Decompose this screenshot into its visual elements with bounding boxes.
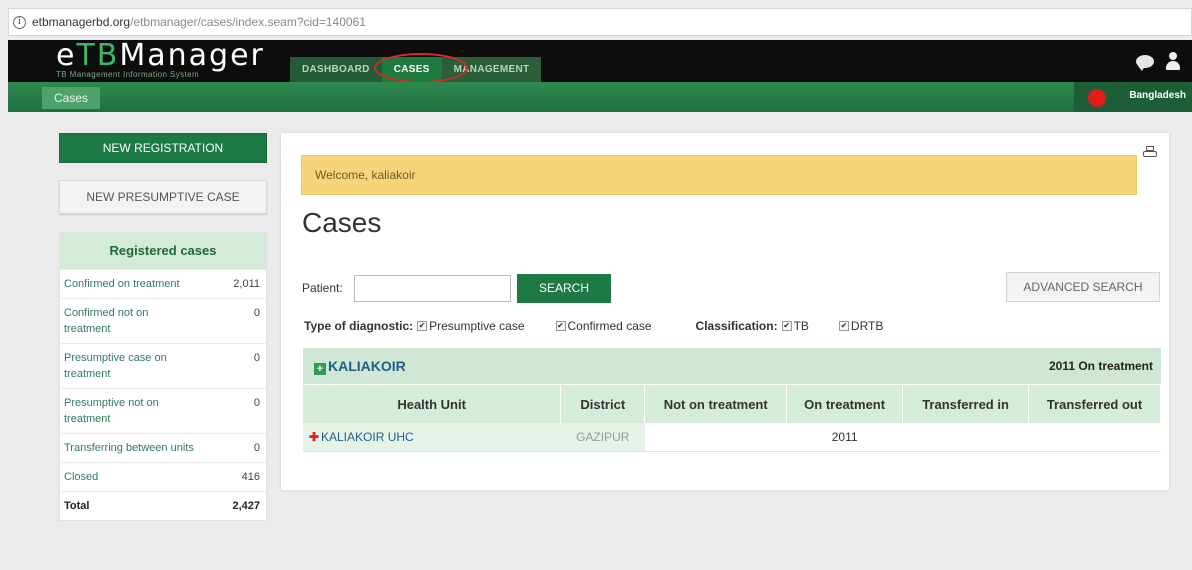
app-logo[interactable]: eTBManager TB Management Information Sys… [56,38,265,80]
new-registration-button[interactable]: NEW REGISTRATION [59,133,267,163]
column-header[interactable]: Transferred in [902,385,1030,423]
column-header[interactable]: Health Unit [303,385,562,423]
not-on-treatment-cell [644,423,787,452]
patient-label: Patient: [302,281,343,295]
unit-group-name: KALIAKOIR [328,358,406,374]
column-header[interactable]: Not on treatment [644,385,788,423]
logo-tb: TB [76,38,120,73]
list-item[interactable]: Presumptive not on treatment 0 [60,388,266,433]
user-icon[interactable] [1166,52,1180,70]
hospital-icon: ✚ [309,429,320,444]
column-header[interactable]: District [560,385,646,423]
column-header[interactable]: On treatment [786,385,904,423]
welcome-banner: Welcome, kaliakoir [301,155,1137,195]
diagnostic-label: Type of diagnostic: [304,319,414,333]
tb-checkbox[interactable]: ✔ [781,321,792,331]
registered-cases-title: Registered cases [60,233,266,269]
print-icon[interactable] [1143,146,1157,159]
unit-group-count: 2011 On treatment [1048,359,1153,373]
list-item-value: 0 [253,352,260,364]
list-item-value: 0 [253,397,260,409]
transferred-in-cell [902,423,1029,452]
health-unit-table: Health Unit District Not on treatment On… [303,385,1161,452]
tab-dashboard[interactable]: DASHBOARD [290,57,382,82]
highlight-annotation [374,53,468,83]
app-header: eTBManager TB Management Information Sys… [8,40,1192,82]
presumptive-checkbox[interactable]: ✔ [417,321,428,331]
drtb-checkbox-label: DRTB [850,319,884,333]
registered-cases-panel: Registered cases Confirmed on treatment … [59,232,267,521]
list-item-value: 2,427 [232,500,260,512]
unit-group-header: + KALIAKOIR 2011 On treatment [303,348,1161,384]
address-bar[interactable]: i etbmanagerbd.org/etbmanager/cases/inde… [8,8,1192,36]
list-item-label: Presumptive case on treatment [64,352,167,380]
district-cell: GAZIPUR [560,423,645,452]
table-header-row: Health Unit District Not on treatment On… [303,385,1161,423]
list-item-label: Presumptive not on treatment [64,397,159,425]
header-icons [1136,52,1180,71]
chat-icon[interactable] [1136,54,1154,71]
confirmed-checkbox[interactable]: ✔ [555,321,566,331]
list-item[interactable]: Closed 416 [60,462,266,491]
list-item-value: 2,011 [233,278,260,290]
page-title: Cases [302,207,382,238]
country-label[interactable]: Bangladesh [1129,90,1186,101]
tb-checkbox-label: TB [793,319,809,333]
url-domain: etbmanagerbd.org [32,15,131,29]
transferred-out-cell [1028,423,1161,452]
list-item-total: Total 2,427 [60,491,266,520]
on-treatment-cell[interactable]: 2011 [786,423,903,452]
new-presumptive-case-button[interactable]: NEW PRESUMPTIVE CASE [59,180,267,214]
health-unit-cell[interactable]: ✚ KALIAKOIR UHC [303,423,561,452]
info-icon[interactable]: i [13,15,26,29]
list-item-value: 0 [253,307,260,319]
presumptive-checkbox-label: Presumptive case [429,319,525,333]
list-item-label: Confirmed not on treatment [64,307,149,335]
drtb-checkbox[interactable]: ✔ [838,321,849,331]
classification-label: Classification: [695,319,778,333]
list-item-value: 0 [253,442,260,454]
logo-prefix: e [56,38,77,73]
list-item-label: Transferring between units [64,442,194,454]
filters-row: Type of diagnostic: ✔ Presumptive case ✔ C… [304,319,883,333]
list-item-value: 416 [241,471,260,483]
confirmed-checkbox-label: Confirmed case [567,319,652,333]
column-header[interactable]: Transferred out [1028,385,1161,423]
breadcrumb[interactable]: Cases [42,87,101,109]
unit-group-link[interactable]: + KALIAKOIR [314,358,406,375]
status-dot-icon [1088,89,1106,107]
list-item[interactable]: Presumptive case on treatment 0 [60,343,266,388]
patient-search-input[interactable] [354,275,511,302]
logo-suffix: Manager [119,38,265,73]
advanced-search-button[interactable]: ADVANCED SEARCH [1006,272,1160,302]
list-item[interactable]: Confirmed on treatment 2,011 [60,269,266,298]
search-button[interactable]: SEARCH [517,274,611,303]
breadcrumb-bar: Cases Bangladesh [8,82,1192,112]
expand-plus-icon[interactable]: + [314,363,326,375]
url-path: /etbmanager/cases/index.seam?cid=140061 [130,15,366,29]
health-unit-link[interactable]: KALIAKOIR UHC [321,430,414,444]
table-row[interactable]: ✚ KALIAKOIR UHC GAZIPUR 2011 [303,423,1161,452]
list-item[interactable]: Transferring between units 0 [60,433,266,462]
list-item-label: Confirmed on treatment [64,278,180,290]
list-item-label: Closed [64,471,99,483]
list-item-label: Total [64,500,90,512]
list-item[interactable]: Confirmed not on treatment 0 [60,298,266,343]
main-panel: Welcome, kaliakoir Cases Patient: SEARCH… [281,133,1169,490]
